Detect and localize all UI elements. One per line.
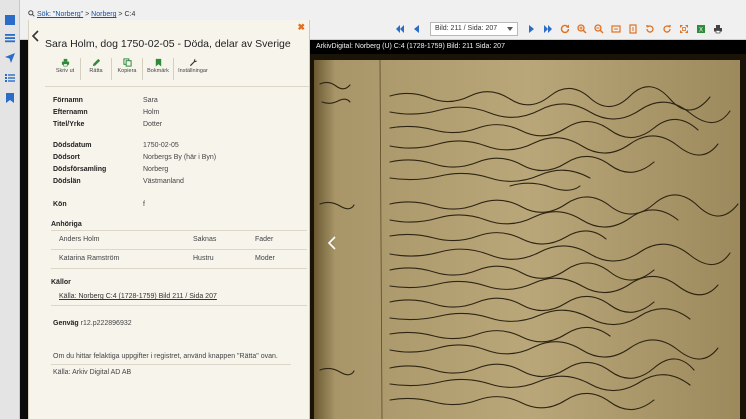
search-icon [28, 10, 35, 17]
scanned-page [310, 54, 746, 419]
sources-header: Källor [51, 279, 71, 286]
relative-status: Hustru [193, 255, 214, 262]
breadcrumb-parish-link[interactable]: Norberg [91, 11, 116, 18]
sex-label: Kön [53, 201, 67, 208]
relative-status: Saknas [193, 236, 217, 243]
info-note: Om du hittar felaktiga uppgifter i regis… [53, 353, 278, 360]
table-row: Katarina Ramström Hustru Moder [51, 249, 307, 267]
page-selector[interactable]: Bild: 211 / Sida: 207 [430, 22, 518, 36]
zoom-in-icon[interactable] [574, 21, 590, 37]
navigate-icon[interactable] [2, 50, 18, 66]
viewer-title: ArkivDigital: Norberg (U) C:4 (1728-1759… [316, 43, 505, 50]
divider [173, 58, 174, 80]
source-credit: Källa: Arkiv Digital AD AB [53, 369, 132, 376]
app-sidebar [0, 0, 20, 419]
record-info-panel: ✖ Sara Holm, dog 1750-02-05 - Döda, dela… [28, 20, 310, 419]
first-name-label: Förnamn [53, 97, 83, 104]
svg-text:X: X [699, 28, 703, 34]
next-page-icon[interactable] [523, 21, 539, 37]
breadcrumb-volume: C:4 [124, 11, 136, 18]
bookmark-button-label: Bokmärk [147, 68, 169, 74]
shortcut-label: Genväg [53, 320, 79, 327]
shortcut: Genväg r12.p222896932 [53, 320, 132, 327]
copy-icon [122, 58, 132, 67]
refresh-icon[interactable] [557, 21, 573, 37]
death-county-value: Västmanland [143, 178, 184, 185]
fit-page-icon[interactable] [625, 21, 641, 37]
wrench-icon [189, 58, 197, 67]
viewer-tools: Bild: 211 / Sida: 207 X [392, 21, 727, 37]
edit-icon [92, 58, 100, 67]
breadcrumb-search-link[interactable]: Sök: "Norberg" [37, 11, 83, 18]
last-page-icon[interactable] [540, 21, 556, 37]
settings-button-label: Inställningar [178, 68, 208, 74]
page-selector-value: Bild: 211 / Sida: 207 [435, 25, 498, 32]
copy-button-label: Kopiera [117, 68, 137, 74]
app-root: Sök: "Norberg" > Norberg > C:4 Bild: 211… [0, 0, 746, 419]
death-parish-label: Dödsförsamling [53, 166, 107, 173]
shortcut-value[interactable]: r12.p222896932 [81, 320, 132, 327]
first-name-value: Sara [143, 97, 158, 104]
bookmark-icon[interactable] [2, 90, 18, 106]
divider [51, 268, 307, 269]
table-row: Anders Holm Saknas Fader [51, 230, 307, 248]
image-viewer[interactable]: ArkivDigital: Norberg (U) C:4 (1728-1759… [310, 40, 746, 419]
collapse-panel-icon[interactable] [32, 30, 40, 42]
relative-relation: Moder [255, 255, 275, 262]
settings-button[interactable]: Inställningar [175, 58, 211, 80]
previous-page-icon[interactable] [409, 21, 425, 37]
breadcrumb-separator: > [118, 11, 123, 18]
print-button[interactable]: Skriv ut [51, 58, 79, 80]
title-label: Titel/Yrke [53, 121, 85, 128]
correct-button-label: Rätta [89, 68, 103, 74]
menu-icon[interactable] [2, 30, 18, 46]
fit-width-icon[interactable] [608, 21, 624, 37]
divider [142, 58, 143, 80]
breadcrumb-separator: > [85, 11, 90, 18]
record-actions: Skriv ut Rätta Kopiera Bokmärk Inställni… [51, 58, 211, 80]
record-title: Sara Holm, dog 1750-02-05 - Döda, delar … [45, 38, 291, 50]
death-county-label: Dödslän [53, 178, 81, 185]
death-parish-value: Norberg [143, 166, 169, 173]
copy-button[interactable]: Kopiera [113, 58, 141, 80]
sex-value: f [143, 201, 145, 208]
death-place-value: Norbergs By (här i Byn) [143, 154, 217, 161]
divider [80, 58, 81, 80]
death-date-value: 1750-02-05 [143, 142, 179, 149]
divider [51, 305, 307, 306]
home-icon[interactable] [2, 12, 18, 28]
list-icon[interactable] [2, 70, 18, 86]
close-icon[interactable]: ✖ [297, 22, 305, 33]
zoom-out-icon[interactable] [591, 21, 607, 37]
death-place-label: Dödsort [53, 154, 80, 161]
last-name-label: Efternamn [53, 109, 88, 116]
relative-name: Anders Holm [59, 236, 100, 243]
excel-export-icon[interactable]: X [693, 21, 709, 37]
first-page-icon[interactable] [392, 21, 408, 37]
print-button-label: Skriv ut [55, 68, 75, 74]
bookmark-icon [155, 58, 161, 67]
relatives-header: Anhöriga [51, 221, 82, 228]
last-name-value: Holm [143, 109, 160, 116]
title-value: Dotter [143, 121, 163, 128]
divider [51, 364, 291, 365]
previous-image-arrow-icon[interactable] [328, 236, 336, 250]
rotate-right-icon[interactable] [659, 21, 675, 37]
correct-button[interactable]: Rätta [82, 58, 110, 80]
relative-name: Katarina Ramström [59, 255, 120, 262]
divider [111, 58, 112, 80]
divider [45, 86, 309, 87]
fullscreen-icon[interactable] [676, 21, 692, 37]
death-date-label: Dödsdatum [53, 142, 92, 149]
relative-relation: Fader [255, 236, 274, 243]
rotate-left-icon[interactable] [642, 21, 658, 37]
print-icon[interactable] [710, 21, 726, 37]
bookmark-button[interactable]: Bokmärk [144, 58, 172, 80]
chevron-down-icon [507, 27, 513, 31]
breadcrumb: Sök: "Norberg" > Norberg > C:4 [28, 10, 135, 18]
print-icon [61, 58, 69, 67]
source-link[interactable]: Källa: Norberg C:4 (1728-1759) Bild 211 … [59, 293, 217, 300]
